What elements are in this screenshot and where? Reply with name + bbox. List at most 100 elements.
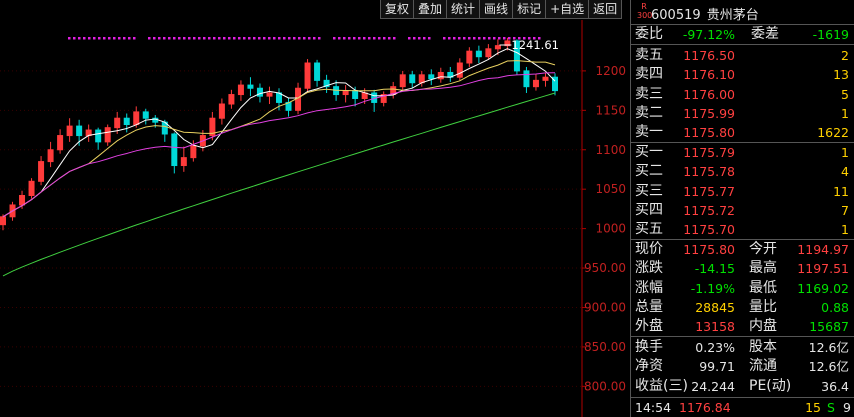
signal-dot <box>488 37 491 40</box>
order-row[interactable]: 卖二 1175.99 1 <box>631 104 854 123</box>
signal-dot <box>203 37 206 40</box>
signal-dot <box>88 37 91 40</box>
level-price: 1175.80 <box>683 125 735 141</box>
signal-dot <box>303 37 306 40</box>
order-row[interactable]: 买四 1175.72 7 <box>631 201 854 220</box>
order-row[interactable]: 卖三 1176.00 5 <box>631 85 854 104</box>
candle-body <box>475 50 482 58</box>
candle-body <box>247 84 254 89</box>
fundamental-row: 收益(三) 24.244 PE(动) 36.4 <box>635 377 849 394</box>
order-row[interactable]: 卖四 1176.10 13 <box>631 65 854 84</box>
signal-dot <box>493 37 496 40</box>
tick-time: 14:54 <box>635 400 672 415</box>
level-price: 1176.00 <box>683 86 735 102</box>
signal-dot <box>408 37 411 40</box>
order-row[interactable]: 买五 1175.70 1 <box>631 220 854 239</box>
level-label: 卖二 <box>635 104 663 121</box>
stock-code: 600519 <box>651 8 701 23</box>
level-volume: 1 <box>841 222 849 238</box>
candle-body <box>142 111 149 119</box>
level-label: 买四 <box>635 201 663 218</box>
candle-body <box>190 145 197 159</box>
kline-chart[interactable]: 1200 1150 1100 1050 1000 950.00 900.00 850.00 80… <box>0 0 630 417</box>
signal-dot <box>358 37 361 40</box>
kline-chart-area[interactable]: 1200 1150 1100 1050 1000 950.00 900.00 850.00 80… <box>0 0 630 417</box>
toolbar-button[interactable]: 复权 <box>380 0 415 19</box>
signal-dot <box>308 37 311 40</box>
candle-body <box>466 50 473 64</box>
y-tick-label: 800.00 <box>584 379 626 393</box>
signal-dot <box>98 37 101 40</box>
signal-dot <box>483 37 486 40</box>
level-volume: 11 <box>833 183 849 199</box>
toolbar-button[interactable]: 叠加 <box>413 0 448 19</box>
signal-dot <box>148 37 151 40</box>
signal-dot <box>498 37 501 40</box>
ma10-line <box>2 60 556 218</box>
signal-dot <box>453 37 456 40</box>
toolbar-button[interactable]: 标记 <box>512 0 547 19</box>
candle-body <box>218 103 225 119</box>
signal-dot <box>83 37 86 40</box>
signal-dot <box>368 37 371 40</box>
order-row[interactable]: 卖一 1175.80 1622 <box>631 123 854 142</box>
separator <box>631 336 854 337</box>
signal-dot <box>413 37 416 40</box>
signal-dot <box>288 37 291 40</box>
quote-row: 现价 1175.80 今开 1194.97 <box>635 241 849 257</box>
order-row[interactable]: 买三 1175.77 11 <box>631 182 854 201</box>
signal-dot <box>188 37 191 40</box>
candle-body <box>104 127 111 143</box>
toolbar-button[interactable]: 统计 <box>446 0 481 19</box>
level-label: 买一 <box>635 144 663 160</box>
signal-dot <box>458 37 461 40</box>
level-volume: 1 <box>841 105 849 121</box>
level-volume: 4 <box>841 164 849 180</box>
level-label: 买五 <box>635 221 663 238</box>
order-row[interactable]: 买二 1175.78 4 <box>631 162 854 181</box>
stock-header: R 300 600519 贵州茅台 <box>631 0 854 24</box>
signal-dot <box>78 37 81 40</box>
level-label: 买二 <box>635 163 663 180</box>
level-label: 买三 <box>635 182 663 199</box>
y-tick-label: 1200 <box>595 64 626 78</box>
candle-body <box>361 92 368 99</box>
stock-name: 贵州茅台 <box>706 8 759 23</box>
quote-row: 总量 28845 量比 0.88 <box>635 298 849 315</box>
signal-dot <box>338 37 341 40</box>
signal-dot <box>198 37 201 40</box>
level-price: 1176.50 <box>683 48 735 63</box>
candle-body <box>19 194 26 206</box>
candle-body <box>123 117 130 126</box>
order-row[interactable]: 买一 1175.79 1 <box>631 143 854 162</box>
toolbar-button[interactable]: 画线 <box>479 0 514 19</box>
signal-dot <box>363 37 366 40</box>
signal-dot <box>108 37 111 40</box>
tick-status-bar: 14:54 1176.84 15 S 9 <box>631 398 854 417</box>
signal-dot <box>478 37 481 40</box>
signal-dot <box>218 37 221 40</box>
candle-body <box>237 84 244 96</box>
signal-dot <box>318 37 321 40</box>
candle-body <box>352 90 359 99</box>
candle-body <box>485 48 492 58</box>
y-tick-label: 1100 <box>595 143 626 157</box>
ma60-line <box>2 92 556 277</box>
toolbar-button[interactable]: 返回 <box>588 0 623 19</box>
tick-count: 9 <box>843 400 851 415</box>
signal-dot <box>383 37 386 40</box>
fundamental-row: 换手 0.23% 股本 12.6亿 <box>635 339 849 355</box>
y-tick-label: 1050 <box>595 182 626 196</box>
order-row[interactable]: 卖五 1176.50 2 <box>631 46 854 65</box>
signal-dot <box>348 37 351 40</box>
candle-body <box>57 135 64 151</box>
quote-row: 外盘 13158 内盘 15687 <box>635 318 849 335</box>
level-price: 1175.78 <box>683 164 735 180</box>
toolbar-button[interactable]: +自选 <box>545 0 590 19</box>
signal-dot <box>378 37 381 40</box>
weibi-value: -97.12% <box>682 27 735 42</box>
candle-body <box>542 76 549 81</box>
chart-toolbar: 复权 叠加 统计 画线 标记 +自选 返回 <box>380 0 623 20</box>
weibi-row: 委比 -97.12% 委差 -1619 <box>635 26 849 42</box>
y-tick-label: 950.00 <box>584 261 626 275</box>
